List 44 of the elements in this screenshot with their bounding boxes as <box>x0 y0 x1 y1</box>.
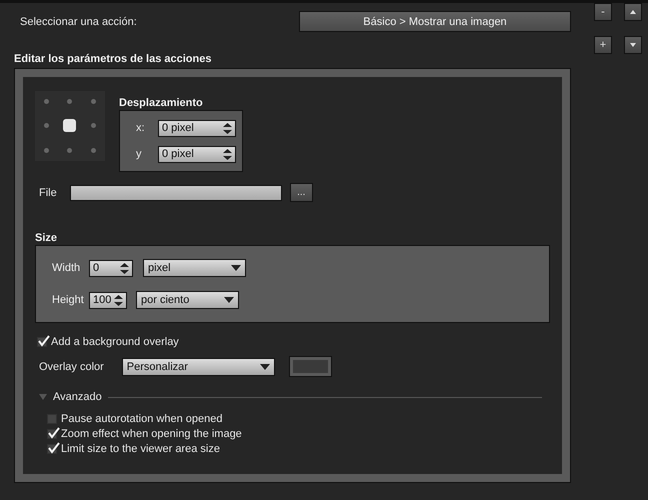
unit-select[interactable]: por ciento <box>136 291 239 309</box>
checkbox[interactable] <box>47 444 57 454</box>
offset-field[interactable]: 0 pixel <box>158 146 236 162</box>
file-label: File <box>39 186 57 198</box>
option-label: Zoom effect when opening the image <box>61 428 242 440</box>
overlay-color-label: Overlay color <box>39 360 104 372</box>
caret-icon <box>231 265 241 271</box>
offset-label: y <box>136 148 142 160</box>
anchor-point[interactable] <box>63 119 76 132</box>
stepper-arrows-icon[interactable] <box>223 148 232 160</box>
caret-icon <box>224 297 234 303</box>
offset-field[interactable]: 0 pixel <box>158 120 236 136</box>
add-button[interactable]: + <box>594 36 612 54</box>
option-label: Limit size to the viewer area size <box>61 443 220 455</box>
file-field[interactable] <box>70 184 282 200</box>
offset-title: Desplazamiento <box>119 97 204 109</box>
size-field[interactable]: 100 <box>89 292 127 308</box>
size-label: Height <box>52 294 85 306</box>
size-label: Width <box>52 262 82 274</box>
stepper-arrows-icon[interactable] <box>223 122 232 134</box>
option-label: Pause autorotation when opened <box>61 413 222 425</box>
unit-select[interactable]: pixel <box>143 259 246 277</box>
overlay-checkbox-label: Add a background overlay <box>51 336 179 348</box>
checkbox[interactable] <box>47 429 57 439</box>
offset-label: x: <box>136 122 146 134</box>
size-field[interactable]: 0 <box>89 260 133 276</box>
advanced-title: Avanzado <box>53 391 102 403</box>
caret-icon <box>260 364 270 370</box>
remove-button[interactable]: - <box>594 3 612 21</box>
move-up-button[interactable] <box>624 3 642 21</box>
action-label: Seleccionar una acción: <box>20 16 137 28</box>
move-down-button[interactable] <box>624 36 642 54</box>
down-arrow-icon <box>630 43 636 47</box>
stepper-arrows-icon[interactable] <box>120 262 129 274</box>
color-swatch[interactable] <box>288 356 332 377</box>
overlay-color-select[interactable]: Personalizar <box>122 358 275 376</box>
size-title: Size <box>35 232 58 244</box>
action-dropdown[interactable]: Básico > Mostrar una imagen <box>299 11 571 32</box>
stepper-arrows-icon[interactable] <box>114 294 123 306</box>
browse-button[interactable]: ... <box>290 183 313 202</box>
checkbox[interactable] <box>37 337 47 347</box>
up-arrow-icon <box>630 10 636 14</box>
checkbox[interactable] <box>47 414 57 424</box>
section-title: Editar los parámetros de las acciones <box>14 53 212 65</box>
